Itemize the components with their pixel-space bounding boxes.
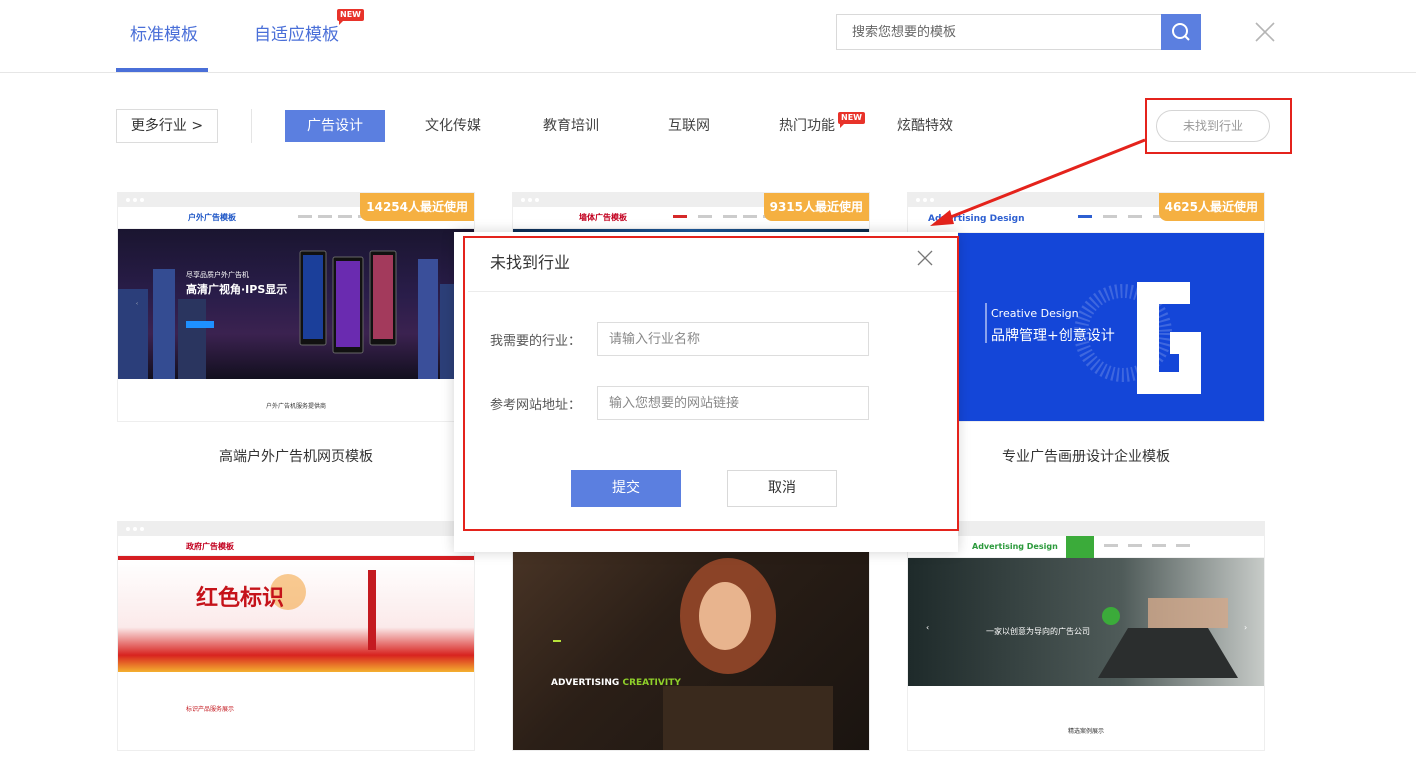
preview-section-title: 户外广告机服务提供商	[265, 403, 326, 410]
preview-hero: Creative Design 品牌管理+创意设计	[908, 233, 1264, 421]
search-box	[836, 14, 1162, 50]
preview-hero-cn: 一家以创意为导向的广告公司	[986, 627, 1090, 636]
preview-section: 精选案例展示	[908, 686, 1264, 750]
template-card[interactable]: Advertising Design ‹ › 一家以创意为导向的广告公司 精选案例…	[907, 521, 1265, 751]
category-culture-media[interactable]: 文化传媒	[403, 110, 503, 142]
usage-badge: 4625人最近使用	[1158, 193, 1264, 221]
preview-hero-en: Creative Design	[991, 307, 1079, 320]
template-card[interactable]: ADVERTISING CREATIVITY	[512, 521, 870, 751]
preview-hero: ADVERTISING CREATIVITY	[513, 536, 869, 750]
preview-nav: 政府广告模板	[118, 536, 474, 556]
more-industries-button[interactable]: 更多行业 >	[116, 109, 218, 143]
browser-chrome	[118, 522, 474, 536]
city-skyline-image: ‹	[118, 250, 474, 379]
preview-hero-word: ADVERTISING	[551, 678, 620, 688]
svg-text:‹: ‹	[926, 623, 929, 632]
header: 标准模板 自适应模板 NEW	[0, 0, 1416, 73]
tab-standard-templates[interactable]: 标准模板	[130, 20, 198, 45]
preview-section-title: 标识产品服务展示	[186, 706, 235, 713]
highlight-box	[463, 236, 959, 531]
usage-badge: 9315人最近使用	[763, 193, 869, 221]
template-title[interactable]: 专业广告画册设计企业模板	[907, 446, 1265, 466]
woman-laptop-photo	[553, 558, 833, 750]
svg-text:‹: ‹	[136, 301, 138, 307]
preview-hero: 红色标识	[118, 560, 474, 672]
preview-hero-en: ADVERTISING CREATIVITY	[551, 678, 681, 688]
template-card[interactable]: 户外广告模板 ‹ 尽享品质户外广告机 高清广视角·IPS显示 户外广告机服务提供…	[117, 192, 475, 422]
preview-section-title: 精选案例展示	[1067, 728, 1104, 735]
usage-badge: 14254人最近使用	[360, 193, 474, 221]
preview-hero-title: 红色标识	[196, 585, 285, 611]
new-badge: NEW	[337, 9, 364, 25]
preview-hero-subtitle: 尽享品质户外广告机	[186, 271, 249, 279]
search-button[interactable]	[1161, 14, 1201, 50]
category-ad-design[interactable]: 广告设计	[285, 110, 385, 142]
search-input[interactable]	[837, 15, 1162, 49]
preview-hero: ‹ › 一家以创意为导向的广告公司	[908, 558, 1264, 686]
tab-adaptive-templates[interactable]: 自适应模板	[254, 20, 339, 45]
preview-section: 户外广告机服务提供商	[118, 379, 474, 421]
new-badge: NEW	[838, 112, 865, 128]
active-tab-indicator	[116, 68, 208, 72]
preview-hero-title: 高清广视角·IPS显示	[186, 283, 288, 296]
preview-logo: 政府广告模板	[186, 542, 234, 551]
category-education[interactable]: 教育培训	[521, 110, 621, 142]
preview-logo: 户外广告模板	[188, 213, 236, 222]
preview-logo: 墙体广告模板	[579, 213, 627, 222]
highlight-box	[1145, 98, 1292, 154]
preview-hero-cn: 品牌管理+创意设计	[991, 328, 1115, 344]
preview-logo: Advertising Design	[972, 542, 1058, 551]
template-title[interactable]: 高端户外广告机网页模板	[117, 446, 475, 466]
preview-hero: ‹ 尽享品质户外广告机 高清广视角·IPS显示	[118, 229, 474, 379]
arrow-annotation	[930, 138, 1146, 226]
search-icon	[1172, 23, 1190, 41]
laptop-photo: ‹ ›	[926, 598, 1247, 678]
preview-section: 标识产品服务展示	[118, 672, 474, 750]
divider	[251, 109, 252, 143]
preview-nav: Advertising Design	[908, 536, 1264, 558]
svg-text:›: ›	[1244, 623, 1247, 632]
preview-hero-accent: CREATIVITY	[622, 678, 681, 688]
red-banner-graphic	[270, 570, 376, 650]
browser-chrome	[908, 522, 1264, 536]
close-icon[interactable]	[1253, 20, 1277, 44]
template-card[interactable]: 政府广告模板 红色标识 标识产品服务展示	[117, 521, 475, 751]
category-internet[interactable]: 互联网	[639, 110, 739, 142]
